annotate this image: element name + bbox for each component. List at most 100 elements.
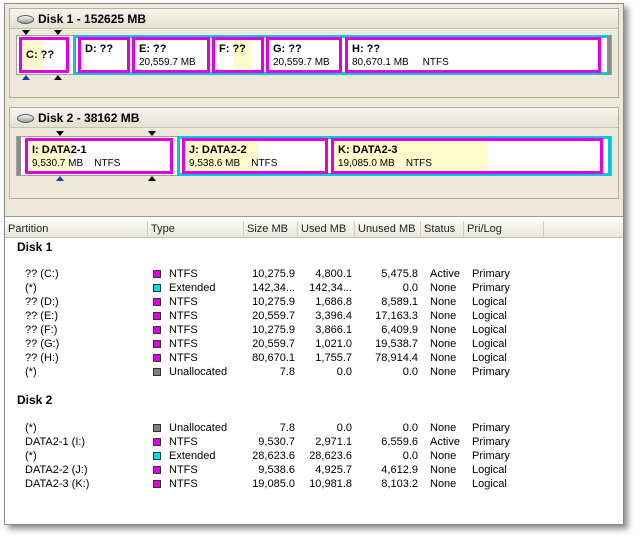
cell-partition: (*) xyxy=(25,282,37,294)
disk1-title: Disk 1 - 152625 MB xyxy=(38,11,147,26)
arrow-up-icon xyxy=(54,75,62,80)
partition-c-label: C: ?? xyxy=(26,49,55,61)
cell-type: NTFS xyxy=(153,337,198,351)
partition-d[interactable]: D: ?? xyxy=(78,37,130,73)
table-row[interactable]: ?? (D:) NTFS 10,275.9 1,686.8 8,589.1 None Log… xyxy=(5,295,623,309)
cell-status: None xyxy=(430,366,457,378)
cell-used: 1,021.0 xyxy=(315,338,352,350)
type-color-swatch-icon xyxy=(153,312,161,320)
cell-used: 1,686.8 xyxy=(315,296,352,308)
partition-e-label: E: ?? xyxy=(139,43,167,55)
cell-used: 1,755.7 xyxy=(315,352,352,364)
column-header-partition[interactable]: Partition xyxy=(5,221,148,238)
table-row[interactable]: DATA2-1 (I:) NTFS 9,530.7 2,971.1 6,559.6 Act… xyxy=(5,435,623,449)
cell-unused: 6,409.9 xyxy=(381,324,418,336)
cell-unused: 6,559.6 xyxy=(381,436,418,448)
partition-manager-window: Disk 1 - 152625 MB C: ?? D: ?? E: ?? 20,… xyxy=(4,3,624,525)
type-label: NTFS xyxy=(169,338,198,350)
table-row[interactable]: DATA2-3 (K:) NTFS 19,085.0 10,981.8 8,103.2 N… xyxy=(5,477,623,491)
column-header-unused[interactable]: Unused MB xyxy=(355,221,421,238)
table-row[interactable]: ?? (E:) NTFS 20,559.7 3,396.4 17,163.3 None Lo… xyxy=(5,309,623,323)
unallocated-marker xyxy=(607,36,611,74)
table-row[interactable]: (*) Extended 28,623.6 28,623.6 0.0 None Primar… xyxy=(5,449,623,463)
table-row[interactable]: (*) Unallocated 7.8 0.0 0.0 None Primary xyxy=(5,365,623,379)
disk1-map: C: ?? D: ?? E: ?? 20,559.7 MB F: ?? G: ?… xyxy=(10,30,618,80)
cell-unused: 8,589.1 xyxy=(381,296,418,308)
partition-j-label: J: DATA2-2 xyxy=(189,144,247,156)
type-color-swatch-icon xyxy=(153,480,161,488)
cell-status: None xyxy=(430,296,457,308)
cell-prilog: Logical xyxy=(472,310,507,322)
table-row[interactable]: DATA2-2 (J:) NTFS 9,538.6 4,925.7 4,612.9 Non… xyxy=(5,463,623,477)
type-label: NTFS xyxy=(169,464,198,476)
disk2-header: Disk 2 - 38162 MB xyxy=(10,108,618,128)
cell-prilog: Logical xyxy=(472,296,507,308)
cell-used: 3,866.1 xyxy=(315,324,352,336)
cell-size: 20,559.7 xyxy=(252,310,295,322)
column-header-used[interactable]: Used MB xyxy=(298,221,355,238)
table-row[interactable]: ?? (G:) NTFS 20,559.7 1,021.0 19,538.7 None Lo… xyxy=(5,337,623,351)
partition-d-label: D: ?? xyxy=(85,43,114,55)
partition-e[interactable]: E: ?? 20,559.7 MB xyxy=(132,37,210,73)
cell-used: 2,971.1 xyxy=(315,436,352,448)
column-header-status[interactable]: Status xyxy=(421,221,464,238)
cell-prilog: Logical xyxy=(472,464,507,476)
cell-used: 4,800.1 xyxy=(315,268,352,280)
partition-h[interactable]: H: ?? 80,670.1 MB NTFS xyxy=(345,37,601,73)
type-label: NTFS xyxy=(169,352,198,364)
column-header-prilog[interactable]: Pri/Log xyxy=(464,221,544,238)
cell-unused: 5,475.8 xyxy=(381,268,418,280)
cell-partition: ?? (D:) xyxy=(25,296,59,308)
cell-status: None xyxy=(430,282,457,294)
column-header-type[interactable]: Type xyxy=(148,221,244,238)
cell-status: Active xyxy=(430,436,460,448)
partition-h-info: 80,670.1 MB NTFS xyxy=(352,56,594,69)
cell-size: 10,275.9 xyxy=(252,296,295,308)
type-color-swatch-icon xyxy=(153,270,161,278)
cell-unused: 4,612.9 xyxy=(381,464,418,476)
table-row[interactable]: ?? (C:) NTFS 10,275.9 4,800.1 5,475.8 Active P… xyxy=(5,267,623,281)
cell-unused: 8,103.2 xyxy=(381,478,418,490)
type-color-swatch-icon xyxy=(153,326,161,334)
disk1-map-area: C: ?? D: ?? E: ?? 20,559.7 MB F: ?? G: ?… xyxy=(16,35,612,75)
cell-prilog: Primary xyxy=(472,268,510,280)
cell-prilog: Logical xyxy=(472,352,507,364)
partition-c[interactable]: C: ?? xyxy=(19,37,69,73)
partition-list: Partition Type Size MB Used MB Unused MB… xyxy=(5,216,623,524)
partition-j[interactable]: J: DATA2-2 9,538.6 MB NTFS xyxy=(182,138,328,174)
type-color-swatch-icon xyxy=(153,424,161,432)
cell-type: NTFS xyxy=(153,435,198,449)
cell-type: NTFS xyxy=(153,267,198,281)
cell-partition: ?? (C:) xyxy=(25,268,59,280)
table-row[interactable]: ?? (H:) NTFS 80,670.1 1,755.7 78,914.4 None Lo… xyxy=(5,351,623,365)
cell-size: 28,623.6 xyxy=(252,450,295,462)
partition-f[interactable]: F: ?? xyxy=(212,37,264,73)
partition-k[interactable]: K: DATA2-3 19,085.0 MB NTFS xyxy=(331,138,603,174)
type-label: NTFS xyxy=(169,478,198,490)
cell-partition: (*) xyxy=(25,422,37,434)
partition-i-label: I: DATA2-1 xyxy=(32,144,87,156)
hard-disk-icon xyxy=(17,13,34,24)
type-color-swatch-icon xyxy=(153,452,161,460)
partition-g-size: 20,559.7 MB xyxy=(273,57,330,68)
cell-size: 10,275.9 xyxy=(252,268,295,280)
cell-size: 142,34... xyxy=(252,282,295,294)
table-row[interactable]: (*) Unallocated 7.8 0.0 0.0 None Primary xyxy=(5,421,623,435)
column-header-size[interactable]: Size MB xyxy=(244,221,298,238)
partition-g[interactable]: G: ?? 20,559.7 MB xyxy=(266,37,342,73)
partition-i[interactable]: I: DATA2-1 9,530.7 MB NTFS xyxy=(25,138,173,174)
cell-unused: 19,538.7 xyxy=(375,338,418,350)
table-row[interactable]: (*) Extended 142,34... 142,34... 0.0 None Prim… xyxy=(5,281,623,295)
cell-status: None xyxy=(430,352,457,364)
cell-type: Unallocated xyxy=(153,365,227,379)
table-row[interactable]: ?? (F:) NTFS 10,275.9 3,866.1 6,409.9 None Log… xyxy=(5,323,623,337)
arrow-up-icon xyxy=(56,176,64,181)
cell-status: None xyxy=(430,464,457,476)
type-label: NTFS xyxy=(169,436,198,448)
disk2-title: Disk 2 - 38162 MB xyxy=(38,110,140,125)
partition-e-size: 20,559.7 MB xyxy=(139,57,196,68)
arrow-up-icon xyxy=(22,75,30,80)
cell-type: Extended xyxy=(153,281,215,295)
type-label: NTFS xyxy=(169,310,198,322)
cell-type: NTFS xyxy=(153,351,198,365)
